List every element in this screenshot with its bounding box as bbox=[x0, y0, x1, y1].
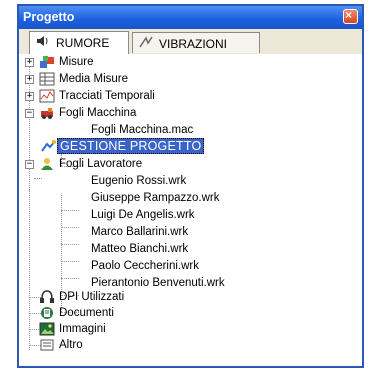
tree-item-fogli-macchina[interactable]: Fogli Macchina bbox=[59, 106, 136, 120]
tree-item-worker[interactable]: Pierantonio Benvenuti.wrk bbox=[91, 276, 225, 290]
expand-tracciati[interactable]: + bbox=[25, 92, 34, 101]
expand-media-misure[interactable]: + bbox=[25, 75, 34, 84]
project-panel: Progetto × RUMORE VIBRAZIONI + Misure + … bbox=[17, 4, 364, 368]
machine-icon bbox=[39, 106, 55, 120]
close-icon: × bbox=[345, 8, 353, 22]
project-management-icon bbox=[41, 139, 57, 153]
tree-item-dpi[interactable]: DPI Utilizzati bbox=[59, 290, 124, 304]
tab-strip: RUMORE VIBRAZIONI bbox=[19, 29, 362, 54]
tree-item-worker[interactable]: Matteo Bianchi.wrk bbox=[91, 242, 188, 256]
tree-item-worker[interactable]: Giuseppe Rampazzo.wrk bbox=[91, 191, 219, 205]
collapse-fogli-macchina[interactable]: − bbox=[25, 109, 34, 118]
tree-item-gestione-progetto[interactable]: GESTIONE PROGETTO bbox=[57, 138, 205, 154]
images-icon bbox=[39, 322, 55, 336]
measures-icon bbox=[39, 55, 55, 69]
headphones-icon bbox=[39, 290, 55, 304]
tree-item-worker[interactable]: Paolo Ceccherini.wrk bbox=[91, 259, 199, 273]
chart-icon bbox=[39, 89, 55, 103]
tree-item-tracciati[interactable]: Tracciati Temporali bbox=[59, 89, 155, 103]
tree-item-worker[interactable]: Eugenio Rossi.wrk bbox=[91, 174, 186, 188]
tab-rumore[interactable]: RUMORE bbox=[29, 31, 129, 54]
tree-item-fogli-lavoratore[interactable]: Fogli Lavoratore bbox=[59, 157, 142, 171]
collapse-fogli-lavoratore[interactable]: − bbox=[25, 160, 34, 169]
expand-misure[interactable]: + bbox=[25, 58, 34, 67]
tree-item-altro[interactable]: Altro bbox=[59, 338, 83, 352]
tree-item-worker[interactable]: Luigi De Angelis.wrk bbox=[91, 208, 195, 222]
documents-icon bbox=[39, 306, 55, 320]
close-button[interactable]: × bbox=[343, 8, 358, 24]
tree-item-worker[interactable]: Marco Ballarini.wrk bbox=[91, 225, 188, 239]
speaker-icon bbox=[36, 35, 50, 50]
tab-vibrazioni-label: VIBRAZIONI bbox=[159, 37, 228, 51]
tab-vibrazioni[interactable]: VIBRAZIONI bbox=[132, 32, 260, 53]
tab-rumore-label: RUMORE bbox=[56, 36, 110, 50]
worker-icon bbox=[39, 157, 55, 171]
table-icon bbox=[39, 72, 55, 86]
project-tree: + Misure + Media Misure + Tracciati Temp… bbox=[19, 54, 362, 366]
vibration-icon bbox=[139, 36, 153, 51]
tree-item-media-misure[interactable]: Media Misure bbox=[59, 72, 128, 86]
tree-item-misure[interactable]: Misure bbox=[59, 55, 94, 69]
other-icon bbox=[39, 338, 55, 352]
panel-title: Progetto bbox=[23, 10, 75, 24]
title-bar: Progetto × bbox=[19, 6, 362, 29]
tree-item-fogli-macchina-file[interactable]: Fogli Macchina.mac bbox=[91, 123, 193, 137]
tree-item-documenti[interactable]: Documenti bbox=[59, 306, 114, 320]
tree-item-immagini[interactable]: Immagini bbox=[59, 322, 106, 336]
